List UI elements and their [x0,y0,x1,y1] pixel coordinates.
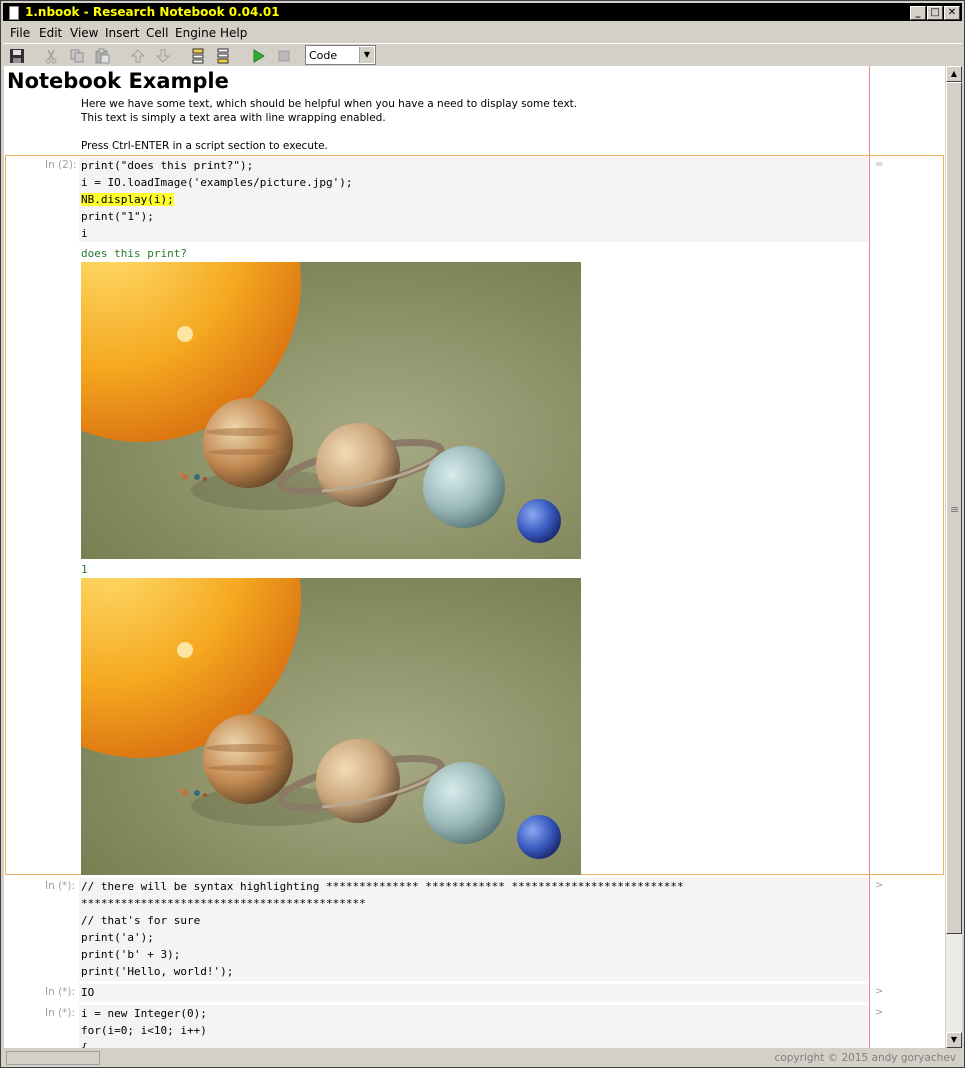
copyright-text: copyright © 2015 andy goryachev [774,1052,956,1064]
copy-icon[interactable] [69,48,85,64]
save-icon[interactable] [9,48,25,64]
code-line[interactable]: print('b' + 3); [81,948,180,961]
code-line[interactable]: print('Hello, world!'); [81,965,233,978]
cell-type-value: Code [309,49,338,62]
code-area-3[interactable] [79,984,868,1002]
code-line-highlighted[interactable]: NB.display(i); [81,193,174,206]
menu-cell[interactable]: Cell [146,26,168,40]
menu-file[interactable]: File [10,26,30,40]
code-line[interactable]: i = new Integer(0); [81,1007,207,1020]
scrollbar-thumb[interactable] [946,82,962,934]
chevron-down-icon[interactable]: ▼ [359,47,374,63]
paste-icon[interactable] [94,48,110,64]
cell-side-marker[interactable]: > [875,880,883,891]
output-image [4,438,581,875]
minimize-button[interactable]: _ [910,6,926,20]
thumb-grip [951,511,958,512]
scroll-down-button[interactable]: ▼ [946,1032,962,1048]
close-button[interactable]: ✕ [944,6,960,20]
menu-engine[interactable]: Engine [175,26,216,40]
scroll-up-button[interactable]: ▲ [946,66,962,82]
cell-side-marker[interactable]: = [875,159,883,170]
window-title: 1.nbook - Research Notebook 0.04.01 [25,5,280,19]
toolbar: Code ▼ [3,43,962,68]
code-line[interactable]: ****************************************… [81,897,366,910]
menu-bar: File Edit View Insert Cell Engine Help [3,23,962,42]
code-line[interactable]: // there will be syntax highlighting ***… [81,880,684,893]
thumb-grip [951,509,958,510]
insert-cell-below-icon[interactable] [215,48,231,64]
run-icon[interactable] [250,48,266,64]
code-line[interactable]: IO [81,986,94,999]
menu-help[interactable]: Help [220,26,247,40]
thumb-grip [951,507,958,508]
cell-side-marker[interactable]: > [875,1007,883,1018]
code-line[interactable]: i [81,227,88,240]
move-down-icon[interactable] [155,48,171,64]
code-line[interactable]: for(i=0; i<10; i++) [81,1024,207,1037]
cut-icon[interactable] [43,48,59,64]
menu-edit[interactable]: Edit [39,26,62,40]
application-window: 1.nbook - Research Notebook 0.04.01 _ □ … [0,0,965,1068]
text-line[interactable]: Press Ctrl-ENTER in a script section to … [81,140,328,152]
status-field [6,1051,100,1065]
code-line[interactable]: // that's for sure [81,914,200,927]
title-bar[interactable]: 1.nbook - Research Notebook 0.04.01 _ □ … [3,3,962,21]
notebook-document[interactable]: Notebook Example Here we have some text,… [4,66,945,1048]
status-bar: copyright © 2015 andy goryachev [3,1049,962,1067]
notebook-heading[interactable]: Notebook Example [7,69,229,93]
code-line[interactable]: i = IO.loadImage('examples/picture.jpg')… [81,176,353,189]
stop-icon[interactable] [276,48,292,64]
cell-input-label: In (*): [45,1007,76,1019]
code-line[interactable]: print("1"); [81,210,154,223]
cell-input-label: In (*): [45,986,76,998]
document-icon [9,6,19,20]
cell-side-marker[interactable]: > [875,986,883,997]
output-text: does this print? [81,247,187,260]
text-line[interactable]: Here we have some text, which should be … [81,98,577,110]
menu-view[interactable]: View [70,26,98,40]
output-text: 1 [81,563,88,576]
text-line[interactable]: This text is simply a text area with lin… [81,112,386,124]
insert-cell-above-icon[interactable] [190,48,206,64]
code-line[interactable]: print('a'); [81,931,154,944]
move-up-icon[interactable] [130,48,146,64]
cell-input-label: In (2): [45,159,77,171]
vertical-scrollbar[interactable]: ▲ ▼ [946,66,962,1048]
code-line[interactable]: { [81,1041,88,1048]
code-line[interactable]: print("does this print?"); [81,159,253,172]
maximize-button[interactable]: □ [927,6,943,20]
output-image [4,122,581,559]
cell-input-label: In (*): [45,880,76,892]
menu-insert[interactable]: Insert [105,26,139,40]
cell-type-select[interactable]: Code ▼ [305,45,376,65]
